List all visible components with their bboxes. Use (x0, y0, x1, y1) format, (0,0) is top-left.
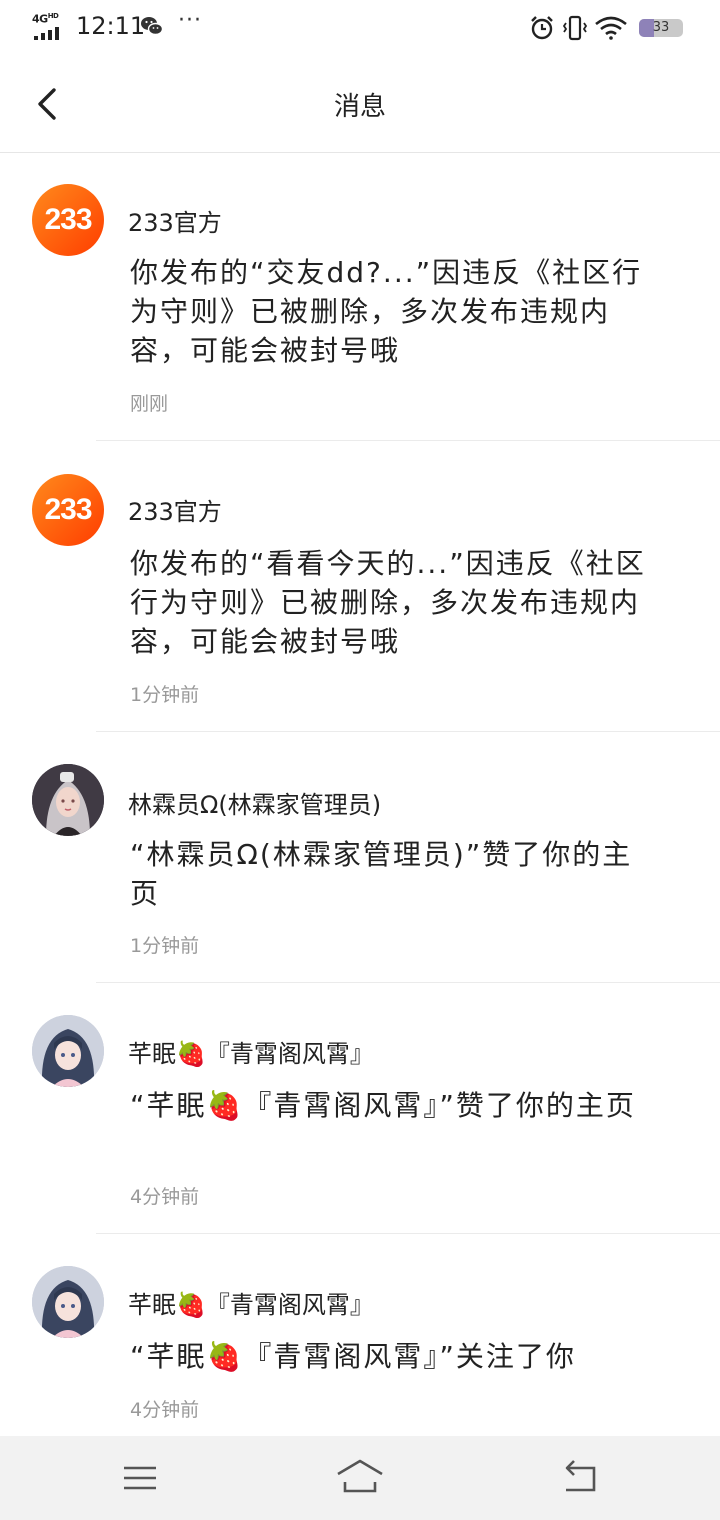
message-text: 你发布的“交友dd?...”因违反《社区行为守则》已被删除，多次发布违规内容，可… (130, 256, 643, 367)
sender-name[interactable]: 233官方 (128, 492, 222, 527)
more-notifications-icon: ··· (178, 8, 202, 33)
avatar[interactable] (32, 1015, 104, 1087)
app-header: 消息 (0, 56, 720, 153)
battery-level: 33 (652, 20, 670, 35)
wifi-icon (595, 16, 627, 40)
message-time: 1分钟前 (130, 684, 200, 706)
user-portrait-icon (32, 764, 104, 836)
message-time: 4分钟前 (130, 1399, 200, 1421)
list-item[interactable]: 233 233官方 你发布的“交友dd?...”因违反《社区行为守则》已被删除，… (0, 153, 720, 441)
alarm-icon (531, 16, 553, 40)
vibrate-icon (562, 15, 588, 41)
home-icon[interactable] (334, 1456, 386, 1498)
avatar[interactable]: 233 (32, 184, 104, 256)
message-time: 4分钟前 (130, 1186, 200, 1208)
divider (96, 982, 720, 983)
system-nav-bar (0, 1436, 720, 1520)
avatar-logo-text: 233 (44, 493, 92, 526)
user-portrait-icon (32, 1266, 104, 1338)
user-portrait-icon (32, 1015, 104, 1087)
sender-name[interactable]: 芊眠🍓『青霄阁风霄』 (128, 1034, 374, 1069)
avatar[interactable] (32, 764, 104, 836)
sender-name[interactable]: 芊眠🍓『青霄阁风霄』 (128, 1285, 374, 1320)
battery-icon: 33 (639, 19, 683, 37)
message-text: “芊眠🍓『青霄阁风霄』”关注了你 (130, 1340, 576, 1373)
message-time: 刚刚 (130, 393, 169, 415)
sender-name[interactable]: 林霖员Ω(林霖家管理员) (128, 785, 381, 820)
page-title: 消息 (333, 92, 386, 122)
list-item[interactable]: 233 233官方 你发布的“看看今天的...”因违反《社区行为守则》已被删除，… (0, 442, 720, 732)
wechat-icon (141, 17, 164, 36)
divider (96, 440, 720, 441)
sender-name[interactable]: 233官方 (128, 203, 222, 238)
list-item[interactable]: 芊眠🍓『青霄阁风霄』 “芊眠🍓『青霄阁风霄』”关注了你 4分钟前 (0, 1235, 720, 1435)
avatar[interactable] (32, 1266, 104, 1338)
message-text: “芊眠🍓『青霄阁风霄』”赞了你的主页 (130, 1089, 636, 1122)
status-bar: 4GHD 12:11 ··· 33 (0, 0, 720, 56)
list-item[interactable]: 芊眠🍓『青霄阁风霄』 “芊眠🍓『青霄阁风霄』”赞了你的主页 4分钟前 (0, 984, 720, 1234)
menu-icon[interactable] (120, 1462, 160, 1494)
avatar-logo-text: 233 (44, 203, 92, 236)
message-text: 你发布的“看看今天的...”因违反《社区行为守则》已被删除，多次发布违规内容，可… (130, 547, 646, 658)
status-time: 12:11 (76, 12, 146, 40)
message-text: “林霖员Ω(林霖家管理员)”赞了你的主页 (130, 838, 633, 910)
avatar[interactable]: 233 (32, 474, 104, 546)
list-item[interactable]: 林霖员Ω(林霖家管理员) “林霖员Ω(林霖家管理员)”赞了你的主页 1分钟前 (0, 733, 720, 983)
divider (96, 731, 720, 732)
message-time: 1分钟前 (130, 935, 200, 957)
divider (96, 1233, 720, 1234)
cellular-signal-icon: 4GHD (32, 12, 66, 40)
back-nav-icon[interactable] (558, 1458, 600, 1496)
